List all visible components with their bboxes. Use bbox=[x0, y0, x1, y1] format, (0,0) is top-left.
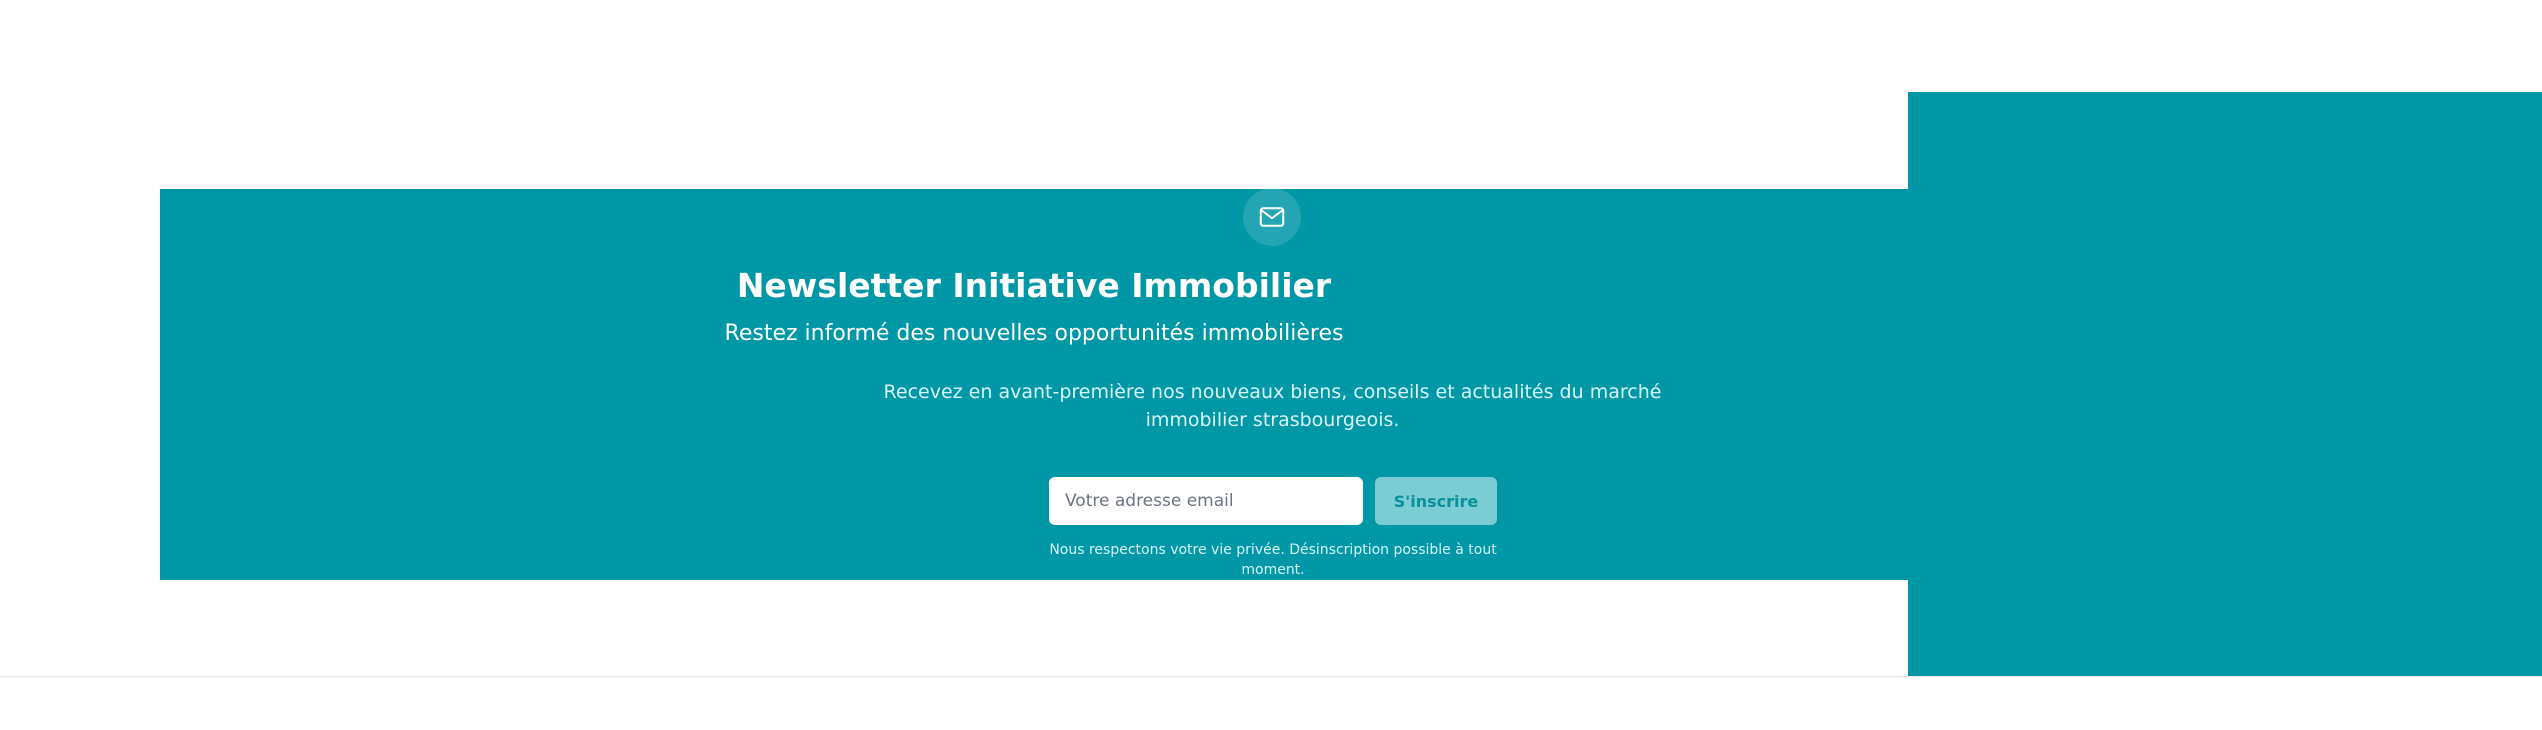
newsletter-description: Recevez en avant-première nos nouveaux b… bbox=[883, 381, 1662, 431]
newsletter-title: Newsletter Initiative Immobilier bbox=[736, 266, 1332, 305]
email-input[interactable] bbox=[1049, 477, 1363, 525]
footer-divider bbox=[0, 676, 2542, 677]
newsletter-subtitle: Restez informé des nouvelles opportunité… bbox=[724, 321, 1344, 346]
mail-icon bbox=[1243, 188, 1301, 246]
privacy-note: Nous respectons votre vie privée. Désins… bbox=[1049, 542, 1497, 578]
subscribe-button[interactable]: S'inscrire bbox=[1375, 477, 1497, 525]
side-panel-block bbox=[1908, 92, 2542, 676]
